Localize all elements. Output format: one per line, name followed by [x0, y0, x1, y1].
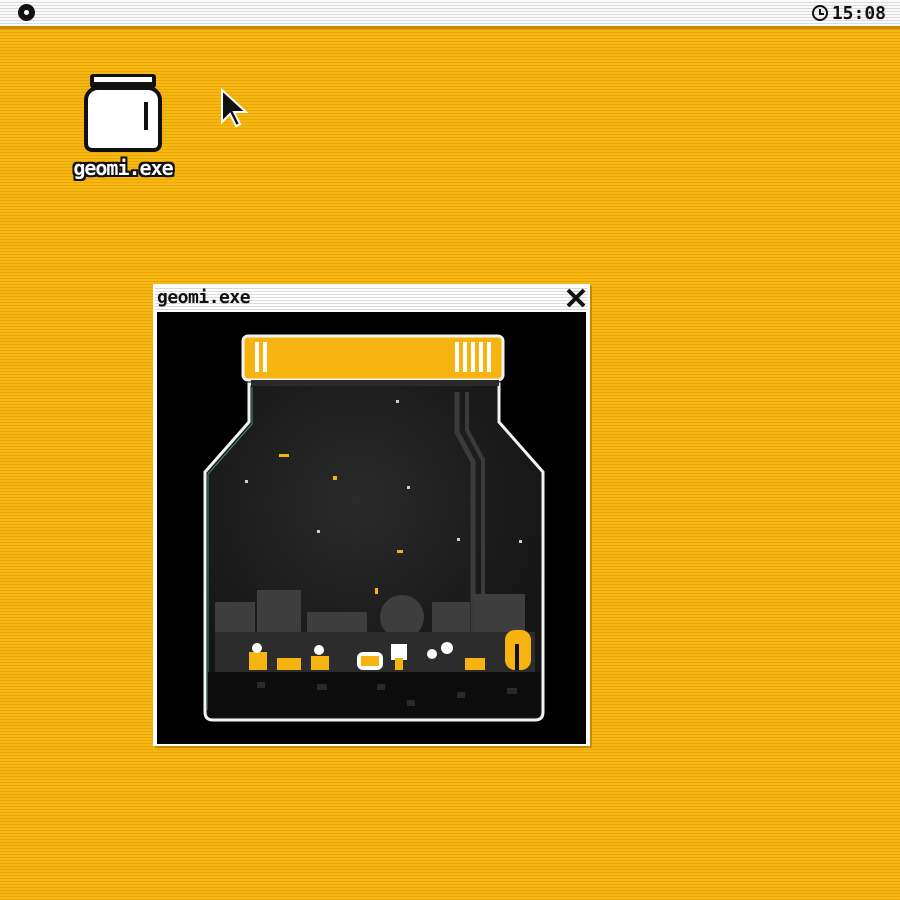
arrow-cursor-icon: [221, 88, 249, 128]
clock-time: 15:08: [831, 2, 886, 24]
desktop-icon-geomi[interactable]: geomi.exe: [58, 70, 188, 188]
clock[interactable]: 15:08: [811, 2, 886, 24]
desktop-icon-label: geomi.exe: [73, 156, 173, 180]
window-title: geomi.exe: [157, 287, 251, 308]
app-window: geomi.exe: [153, 284, 590, 746]
terrarium-scene: [203, 334, 545, 722]
menu-bar: 15:08: [0, 0, 900, 29]
window-titlebar[interactable]: geomi.exe: [155, 286, 588, 310]
terrarium-viewport[interactable]: [157, 312, 586, 744]
clock-icon: [811, 5, 828, 21]
close-x-icon[interactable]: [564, 286, 588, 310]
circle-logo-icon[interactable]: [18, 4, 35, 21]
